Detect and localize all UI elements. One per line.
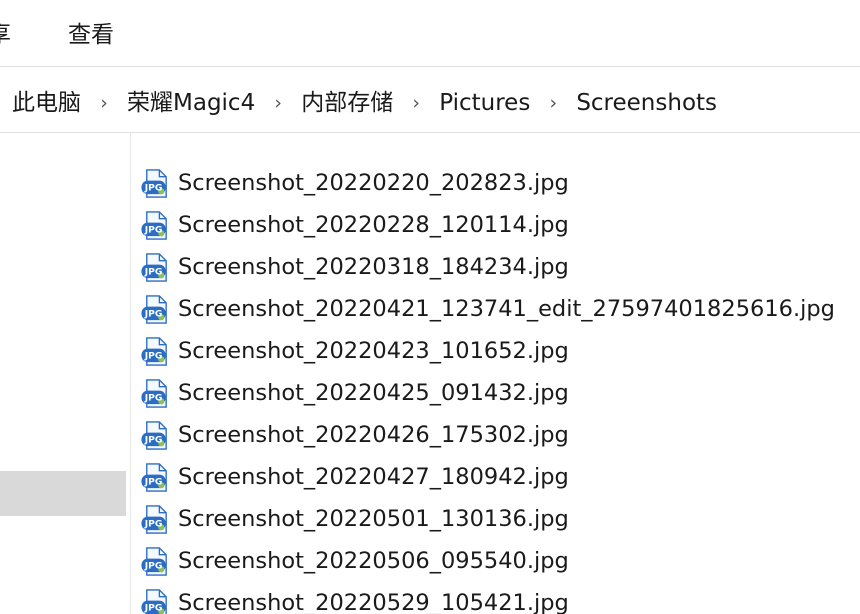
breadcrumb-this-pc[interactable]: 此电脑 <box>12 87 81 119</box>
chevron-right-icon[interactable]: › <box>255 87 301 119</box>
pane-splitter[interactable] <box>130 133 131 614</box>
breadcrumb-screenshots[interactable]: Screenshots <box>576 87 717 119</box>
file-name: Screenshot_20220423_101652.jpg <box>178 338 569 364</box>
svg-text:JPG: JPG <box>144 518 163 529</box>
breadcrumb: 此电脑 › 荣耀Magic4 › 内部存储 › Pictures › Scree… <box>12 87 717 119</box>
file-item[interactable]: JPG Screenshot_20220506_095540.jpg <box>140 540 835 582</box>
file-name: Screenshot_20220228_120114.jpg <box>178 212 569 238</box>
jpg-file-icon: JPG <box>141 420 167 450</box>
file-item[interactable]: JPG Screenshot_20220427_180942.jpg <box>140 456 835 498</box>
breadcrumb-internal-storage[interactable]: 内部存储 <box>301 87 393 119</box>
file-item[interactable]: JPG Screenshot_20220529_105421.jpg <box>140 582 835 614</box>
file-item[interactable]: JPG Screenshot_20220423_101652.jpg <box>140 330 835 372</box>
file-item[interactable]: JPG Screenshot_20220318_184234.jpg <box>140 246 835 288</box>
jpg-file-icon: JPG <box>141 462 167 492</box>
file-name: Screenshot_20220427_180942.jpg <box>178 464 569 490</box>
ribbon: 享 查看 <box>0 0 860 66</box>
breadcrumb-device[interactable]: 荣耀Magic4 <box>127 87 255 119</box>
file-item[interactable]: JPG Screenshot_20220228_120114.jpg <box>140 204 835 246</box>
svg-text:JPG: JPG <box>144 182 163 193</box>
nav-selected-item[interactable] <box>0 471 126 516</box>
svg-text:JPG: JPG <box>144 392 163 403</box>
address-bar[interactable]: 此电脑 › 荣耀Magic4 › 内部存储 › Pictures › Scree… <box>0 74 860 132</box>
chevron-right-icon[interactable]: › <box>393 87 439 119</box>
chevron-right-icon[interactable]: › <box>530 87 576 119</box>
file-item[interactable]: JPG Screenshot_20220421_123741_edit_27597… <box>140 288 835 330</box>
jpg-file-icon: JPG <box>141 294 167 324</box>
file-name: Screenshot_20220425_091432.jpg <box>178 380 569 406</box>
jpg-file-icon: JPG <box>141 210 167 240</box>
file-item[interactable]: JPG Screenshot_20220425_091432.jpg <box>140 372 835 414</box>
jpg-file-icon: JPG <box>141 546 167 576</box>
svg-text:JPG: JPG <box>144 224 163 235</box>
file-name: Screenshot_20220529_105421.jpg <box>178 590 569 614</box>
breadcrumb-pictures[interactable]: Pictures <box>439 87 530 119</box>
file-name: Screenshot_20220426_175302.jpg <box>178 422 569 448</box>
jpg-file-icon: JPG <box>141 504 167 534</box>
file-name: Screenshot_20220421_123741_edit_27597401… <box>178 296 835 322</box>
file-name: Screenshot_20220318_184234.jpg <box>178 254 569 280</box>
svg-text:JPG: JPG <box>144 434 163 445</box>
file-item[interactable]: JPG Screenshot_20220426_175302.jpg <box>140 414 835 456</box>
svg-text:JPG: JPG <box>144 266 163 277</box>
file-explorer-window: 享 查看 此电脑 › 荣耀Magic4 › 内部存储 › Pictures › … <box>0 0 860 614</box>
svg-text:JPG: JPG <box>144 560 163 571</box>
file-list: JPG Screenshot_20220220_202823.jpg JPG Scre… <box>140 162 835 614</box>
file-item[interactable]: JPG Screenshot_20220501_130136.jpg <box>140 498 835 540</box>
ribbon-divider <box>0 66 860 67</box>
file-item[interactable]: JPG Screenshot_20220220_202823.jpg <box>140 162 835 204</box>
svg-text:JPG: JPG <box>144 602 163 613</box>
jpg-file-icon: JPG <box>141 336 167 366</box>
file-name: Screenshot_20220220_202823.jpg <box>178 170 569 196</box>
tab-share[interactable]: 享 <box>0 20 11 50</box>
svg-text:JPG: JPG <box>144 350 163 361</box>
jpg-file-icon: JPG <box>141 378 167 408</box>
navigation-pane <box>0 133 126 614</box>
file-name: Screenshot_20220506_095540.jpg <box>178 548 569 574</box>
jpg-file-icon: JPG <box>141 168 167 198</box>
jpg-file-icon: JPG <box>141 588 167 614</box>
chevron-right-icon[interactable]: › <box>81 87 127 119</box>
address-divider <box>0 132 860 133</box>
svg-text:JPG: JPG <box>144 308 163 319</box>
file-name: Screenshot_20220501_130136.jpg <box>178 506 569 532</box>
tab-view[interactable]: 查看 <box>68 20 114 50</box>
svg-text:JPG: JPG <box>144 476 163 487</box>
jpg-file-icon: JPG <box>141 252 167 282</box>
